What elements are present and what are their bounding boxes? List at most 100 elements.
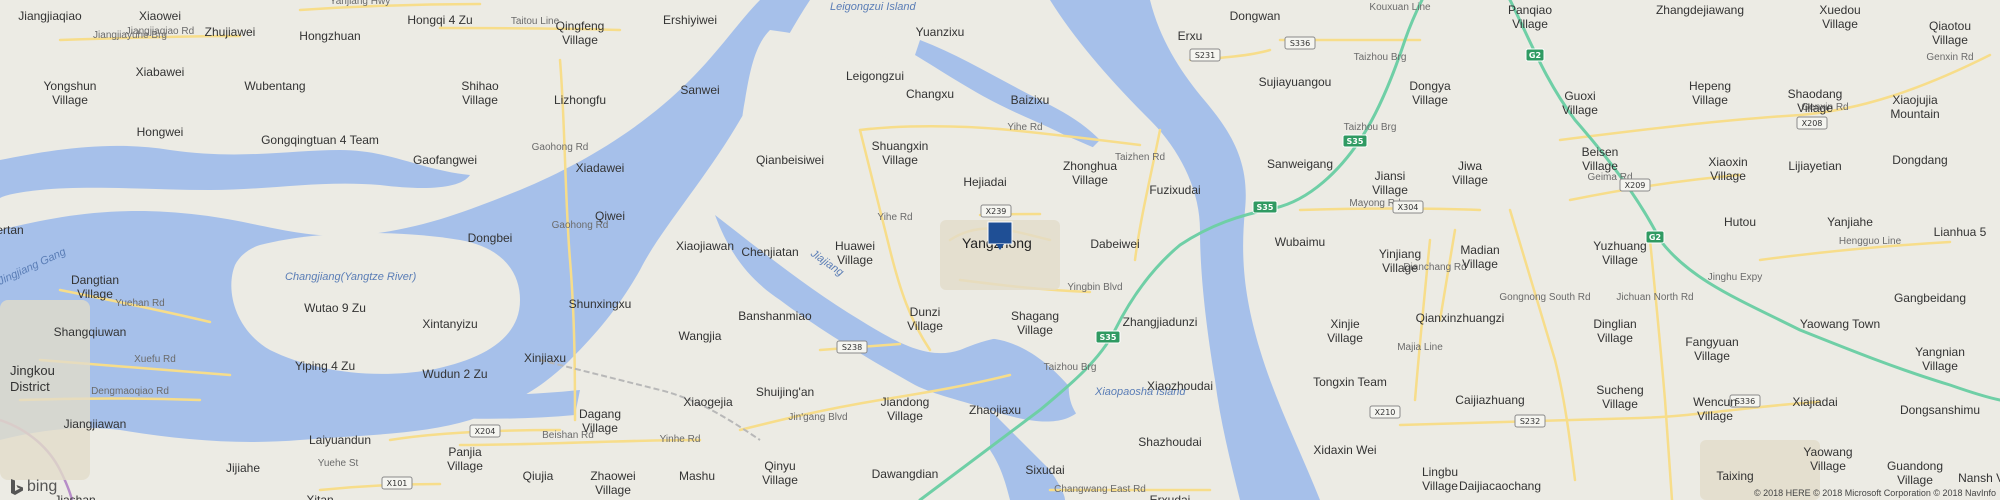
place-label: Shazhoudai	[1138, 435, 1201, 449]
place-label: Wutao 9 Zu	[304, 301, 366, 315]
road-shield: G2	[1525, 48, 1545, 62]
place-label: Xintanyizu	[422, 317, 477, 331]
place-label: Village	[907, 319, 943, 333]
place-label: Wubentang	[244, 79, 305, 93]
place-label: Xuedou	[1819, 3, 1860, 17]
road-shield: S238	[836, 340, 868, 354]
place-label: Village	[1710, 169, 1746, 183]
place-label: Hongwei	[137, 125, 184, 139]
place-label: Xidaxin Wei	[1313, 443, 1376, 457]
road-shield: S35	[1095, 330, 1121, 344]
svg-text:X210: X210	[1375, 408, 1396, 417]
place-label: Village	[1412, 93, 1448, 107]
place-label: Village	[1897, 473, 1933, 487]
place-label: Fangyuan	[1685, 335, 1738, 349]
place-label: Xiaojujia	[1892, 93, 1938, 107]
place-label: Village	[1462, 257, 1498, 271]
svg-text:X304: X304	[1398, 203, 1419, 212]
place-label: Shunxingxu	[569, 297, 632, 311]
place-label: Hongqi 4 Zu	[407, 13, 472, 27]
place-label: Village	[882, 153, 918, 167]
svg-text:S35: S35	[1100, 333, 1117, 342]
place-label: Village	[582, 421, 618, 435]
place-label: Wangjia	[679, 329, 722, 343]
place-label: Village	[1512, 17, 1548, 31]
place-label: Wencun	[1693, 395, 1737, 409]
svg-text:X239: X239	[986, 207, 1007, 216]
svg-text:S336: S336	[1735, 397, 1755, 406]
place-label: Village	[1822, 17, 1858, 31]
place-label: Dawangdian	[872, 467, 939, 481]
road-shield: S232	[1514, 414, 1546, 428]
place-label: Village	[1327, 331, 1363, 345]
place-label: Yiping 4 Zu	[295, 359, 355, 373]
place-label: Huawei	[835, 239, 875, 253]
place-label: Zhaojiaxu	[969, 403, 1021, 417]
road-shield: S336	[1284, 36, 1316, 50]
place-label: Dongwan	[1230, 9, 1281, 23]
place-label: Yaowang	[1803, 445, 1852, 459]
place-label: Mashu	[679, 469, 715, 483]
place-label: Jiangjiawan	[64, 417, 127, 431]
map-canvas[interactable]: Leigongzui Island Changjiang(Yangtze Riv…	[0, 0, 2000, 500]
road-label: Yanjiang Hwy	[330, 0, 390, 7]
place-label: Zhangdejiawang	[1656, 3, 1744, 17]
place-label: Village	[447, 459, 483, 473]
road-shield: S35	[1342, 134, 1368, 148]
svg-text:S238: S238	[842, 343, 862, 352]
place-label: Erxudai	[1150, 493, 1191, 500]
place-label: Taixing	[1716, 469, 1753, 483]
place-label: Dabeiwei	[1090, 237, 1139, 251]
place-label: Dongsanshimu	[1900, 403, 1980, 417]
place-label: Dunzi	[910, 305, 941, 319]
road-label: Taizhou Brg	[1344, 122, 1397, 133]
place-label: Hepeng	[1689, 79, 1731, 93]
svg-text:S35: S35	[1257, 203, 1274, 212]
road-label: Taizhou Brg	[1354, 52, 1407, 63]
place-label: Mountain	[1890, 107, 1939, 121]
road-label: Gaohong Rd	[532, 142, 589, 153]
place-label: Dongya	[1409, 79, 1451, 93]
place-label: Xiaogejia	[683, 395, 733, 409]
district-label-2: District	[10, 379, 50, 394]
bing-mark-icon	[11, 479, 23, 495]
place-label: Village	[77, 287, 113, 301]
road-label: Hengguo Line	[1839, 236, 1902, 247]
place-label: Village	[595, 483, 631, 497]
road-shield: X204	[469, 424, 501, 438]
place-label: Village	[1597, 331, 1633, 345]
place-label: ertan	[0, 223, 24, 237]
place-label: Jiansi	[1375, 169, 1406, 183]
road-label: Yihe Rd	[1007, 122, 1042, 133]
place-label: Guandong	[1887, 459, 1943, 473]
road-label: Changwang East Rd	[1054, 484, 1146, 495]
place-label: Wubaimu	[1275, 235, 1325, 249]
place-label: Xiaojiawan	[676, 239, 734, 253]
place-label: Village	[1582, 159, 1618, 173]
road-shield: X209	[1619, 178, 1651, 192]
place-label: Village	[462, 93, 498, 107]
place-label: Village	[1697, 409, 1733, 423]
place-label: Lizhongfu	[554, 93, 606, 107]
place-label: Xiajiadai	[1792, 395, 1837, 409]
place-label: Erxu	[1178, 29, 1203, 43]
road-label: Jichuan North Rd	[1616, 292, 1693, 303]
place-label: Beisen	[1582, 145, 1619, 159]
place-label: Jiwa	[1458, 159, 1482, 173]
place-label: Dangtian	[71, 273, 119, 287]
svg-text:X209: X209	[1625, 181, 1646, 190]
place-label: Hongzhuan	[299, 29, 360, 43]
place-label: Sixudai	[1025, 463, 1064, 477]
road-label: Taizhen Rd	[1115, 152, 1165, 163]
place-label: Qianbeisiwei	[756, 153, 824, 167]
road-label: Xuefu Rd	[134, 354, 176, 365]
water-label-yangtze: Changjiang(Yangtze River)	[285, 271, 417, 283]
place-label: Yaowang Town	[1800, 317, 1880, 331]
svg-text:S231: S231	[1195, 51, 1215, 60]
bing-logo: bing	[10, 478, 57, 496]
place-label: Village	[1932, 33, 1968, 47]
place-label: Tongxin Team	[1313, 375, 1387, 389]
place-label: Xiaoxin	[1708, 155, 1747, 169]
place-label: Qianxinzhuangzi	[1416, 311, 1505, 325]
place-label: Village	[1382, 261, 1418, 275]
